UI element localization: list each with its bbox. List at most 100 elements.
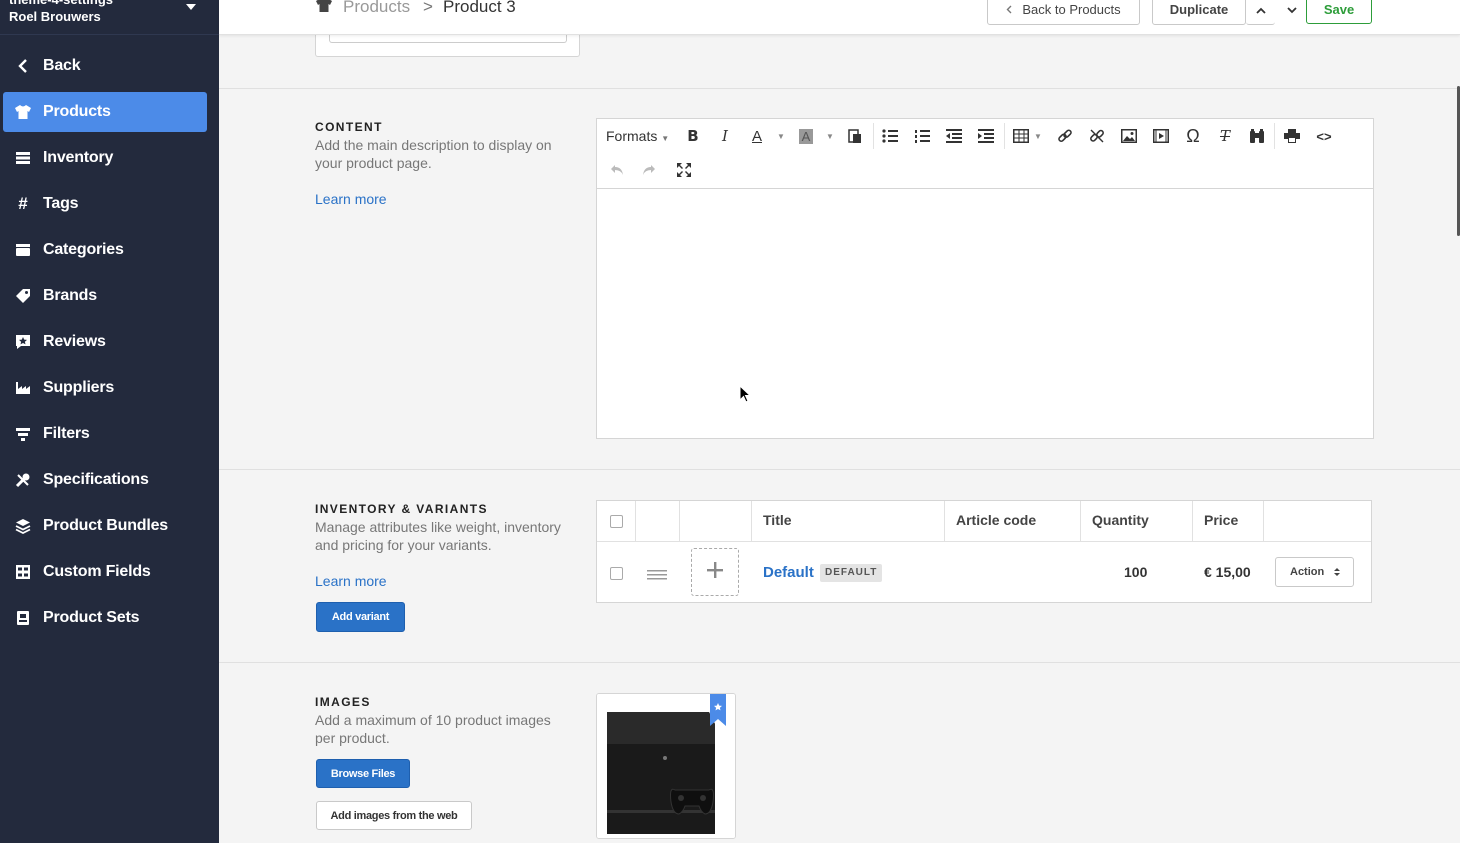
chevron-left-icon	[1006, 2, 1012, 17]
add-variant-button[interactable]: Add variant	[316, 602, 405, 632]
breadcrumb-root[interactable]: Products	[343, 0, 410, 17]
clear-format-icon[interactable]: T	[1214, 125, 1236, 147]
sidebar-item-label: Custom Fields	[43, 563, 151, 580]
mouse-cursor-icon	[739, 384, 752, 408]
browse-files-button[interactable]: Browse Files	[316, 759, 410, 788]
media-icon[interactable]	[1150, 125, 1172, 147]
background-color-icon[interactable]: A	[798, 128, 814, 144]
sidebar-item-label: Reviews	[43, 333, 106, 350]
plus-icon	[707, 561, 723, 583]
tools-icon	[3, 472, 43, 488]
save-label: Save	[1323, 1, 1355, 17]
formats-label: Formats	[606, 128, 658, 144]
paste-icon[interactable]	[844, 125, 866, 147]
formats-dropdown[interactable]: Formats ▼	[606, 128, 669, 144]
back-to-products-button[interactable]: Back to Products	[987, 0, 1140, 25]
find-icon[interactable]	[1246, 125, 1268, 147]
sidebar-item-reviews[interactable]: Reviews	[3, 322, 207, 362]
numbered-list-icon[interactable]	[911, 125, 933, 147]
caret-down-icon[interactable]: ▼	[770, 125, 792, 147]
sidebar-item-brands[interactable]: Brands	[3, 276, 207, 316]
sidebar-item-label: Suppliers	[43, 379, 115, 396]
sidebar-item-products[interactable]: Products	[3, 92, 207, 132]
column-header-quantity[interactable]: Quantity	[1092, 512, 1149, 528]
sort-arrows-icon	[1334, 567, 1340, 580]
table-header: Title Article code Quantity Price	[597, 501, 1371, 542]
special-character-icon[interactable]: Ω	[1182, 125, 1204, 147]
sidebar-item-inventory[interactable]: Inventory	[3, 138, 207, 178]
sidebar-item-product-sets[interactable]: Product Sets	[3, 598, 207, 638]
row-checkbox[interactable]	[610, 567, 623, 580]
shop-name: theme-4-settings	[9, 0, 113, 7]
tshirt-icon	[315, 0, 333, 18]
source-code-icon[interactable]: <>	[1313, 125, 1335, 147]
text-color-icon[interactable]: A	[746, 125, 768, 147]
add-images-from-web-button[interactable]: Add images from the web	[316, 801, 472, 830]
variant-action-select[interactable]: Action	[1275, 557, 1354, 587]
undo-icon[interactable]	[606, 159, 628, 181]
toolbar-divider	[1274, 123, 1275, 149]
column-header-title[interactable]: Title	[763, 512, 792, 528]
column-divider	[679, 501, 680, 541]
add-variant-image-button[interactable]	[691, 548, 739, 596]
variants-table: Title Article code Quantity Price Defaul…	[596, 500, 1372, 603]
italic-icon[interactable]: I	[714, 125, 736, 147]
duplicate-button[interactable]: Duplicate	[1152, 0, 1246, 25]
images-section-description: Add a maximum of 10 product images per p…	[315, 712, 551, 746]
unlink-icon[interactable]	[1086, 125, 1108, 147]
redo-icon[interactable]	[638, 159, 660, 181]
sidebar-item-back[interactable]: Back	[3, 46, 207, 86]
sidebar-item-label: Inventory	[43, 149, 114, 166]
save-button[interactable]: Save	[1306, 0, 1372, 24]
tag-icon	[3, 288, 43, 304]
content-learn-more-link[interactable]: Learn more	[315, 191, 387, 207]
column-divider	[1080, 501, 1081, 541]
fullscreen-icon[interactable]	[673, 159, 695, 181]
caret-down-icon[interactable]: ▼	[819, 125, 841, 147]
sidebar-item-custom-fields[interactable]: Custom Fields	[3, 552, 207, 592]
section-divider	[219, 662, 1460, 663]
outdent-icon[interactable]	[943, 125, 965, 147]
column-header-article-code[interactable]: Article code	[956, 512, 1036, 528]
column-divider	[635, 501, 636, 541]
variant-price: € 15,00	[1204, 564, 1251, 580]
sidebar: theme-4-settings Roel Brouwers Back Prod…	[0, 0, 219, 843]
sidebar-item-tags[interactable]: # Tags	[3, 184, 207, 224]
bullet-list-icon[interactable]	[879, 125, 901, 147]
column-divider	[1263, 501, 1264, 541]
drag-handle-icon[interactable]	[647, 567, 667, 585]
sidebar-item-product-bundles[interactable]: Product Bundles	[3, 506, 207, 546]
inventory-learn-more-link[interactable]: Learn more	[315, 573, 387, 589]
sidebar-item-filters[interactable]: Filters	[3, 414, 207, 454]
sidebar-item-categories[interactable]: Categories	[3, 230, 207, 270]
add-variant-label: Add variant	[331, 611, 390, 623]
stack-icon	[3, 151, 43, 165]
default-badge: DEFAULT	[820, 564, 883, 582]
table-row: Default DEFAULT 100 € 15,00 Action	[597, 542, 1371, 602]
column-divider	[1192, 501, 1193, 541]
browse-files-label: Browse Files	[330, 767, 396, 780]
editor-body[interactable]	[597, 189, 1373, 438]
indent-icon[interactable]	[975, 125, 997, 147]
variant-quantity: 100	[1124, 564, 1148, 580]
sidebar-item-label: Products	[43, 103, 111, 120]
caret-down-icon[interactable]: ▼	[1027, 125, 1049, 147]
caret-down-icon[interactable]	[186, 4, 196, 10]
variant-title-link[interactable]: Default	[763, 564, 814, 581]
product-image-card[interactable]	[596, 693, 736, 839]
next-product-button[interactable]	[1277, 0, 1306, 25]
print-icon[interactable]	[1281, 125, 1303, 147]
bold-icon[interactable]: B	[682, 125, 704, 147]
image-icon[interactable]	[1118, 125, 1140, 147]
section-divider	[219, 469, 1460, 470]
chevron-up-icon	[1255, 2, 1266, 17]
sidebar-item-suppliers[interactable]: Suppliers	[3, 368, 207, 408]
link-icon[interactable]	[1054, 125, 1076, 147]
featured-star-icon[interactable]	[710, 694, 726, 731]
previous-product-button[interactable]	[1246, 0, 1275, 25]
shop-switcher[interactable]: theme-4-settings Roel Brouwers	[0, 0, 219, 35]
column-header-price[interactable]: Price	[1204, 512, 1238, 528]
select-all-checkbox[interactable]	[610, 515, 623, 528]
sidebar-item-specifications[interactable]: Specifications	[3, 460, 207, 500]
factory-icon	[3, 381, 43, 395]
